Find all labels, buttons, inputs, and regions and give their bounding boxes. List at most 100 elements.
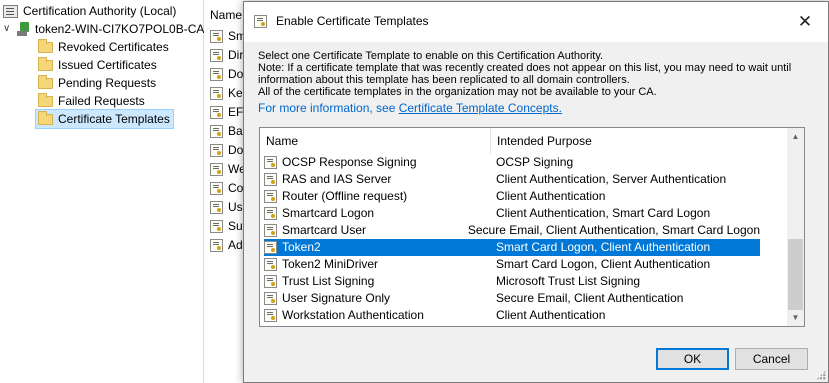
- certificate-template-icon: [210, 182, 223, 195]
- list-item[interactable]: Co: [210, 179, 243, 198]
- certificate-template-icon: [264, 292, 277, 305]
- row-purpose: Client Authentication, Server Authentica…: [496, 172, 727, 186]
- row-purpose: Smart Card Logon, Client Authentication: [496, 257, 711, 271]
- listview-body: OCSP Response Signing OCSP Signing RAS a…: [260, 154, 788, 326]
- table-row-selected[interactable]: Token2 Smart Card Logon, Client Authenti…: [264, 239, 760, 256]
- row-name: OCSP Response Signing: [282, 155, 417, 169]
- dialog-title: Enable Certificate Templates: [276, 14, 429, 28]
- tree-item-failed[interactable]: Failed Requests: [38, 92, 145, 110]
- row-name: Token2 MiniDriver: [282, 257, 379, 271]
- table-row[interactable]: Token2 MiniDriver Smart Card Logon, Clie…: [264, 256, 760, 273]
- close-icon: ✕: [797, 12, 813, 31]
- certificate-template-icon: [210, 163, 223, 176]
- row-name: RAS and IAS Server: [282, 172, 392, 186]
- vertical-scrollbar[interactable]: ▲ ▼: [787, 128, 804, 326]
- row-name: Token2: [282, 240, 321, 254]
- table-row[interactable]: RAS and IAS Server Client Authentication…: [264, 171, 760, 188]
- listview-header: Name Intended Purpose: [260, 128, 788, 154]
- row-name: User Signature Only: [282, 291, 391, 305]
- table-row[interactable]: Smartcard User Secure Email, Client Auth…: [264, 222, 760, 239]
- certificate-template-icon: [210, 30, 223, 43]
- certificate-template-icon: [210, 144, 223, 157]
- resize-grip-icon[interactable]: [816, 370, 826, 380]
- dialog-titlebar[interactable]: Enable Certificate Templates ✕: [244, 2, 828, 42]
- row-name: Workstation Authentication: [282, 308, 424, 322]
- tree-item-revoked[interactable]: Revoked Certificates: [38, 38, 169, 56]
- certificate-template-icon: [210, 68, 223, 81]
- tree-item-pending[interactable]: Pending Requests: [38, 74, 156, 92]
- enable-certificate-templates-dialog: Enable Certificate Templates ✕ Select on…: [243, 1, 829, 383]
- templates-listview[interactable]: Name Intended Purpose OCSP Response Sign…: [259, 127, 805, 327]
- list-item[interactable]: Ker: [210, 84, 247, 103]
- server-icon: [17, 22, 30, 36]
- folder-icon: [38, 38, 53, 53]
- cancel-button[interactable]: Cancel: [735, 348, 808, 370]
- certificate-template-icon: [264, 207, 277, 220]
- tree-item-label: Pending Requests: [58, 76, 157, 90]
- table-row[interactable]: OCSP Response Signing OCSP Signing: [264, 154, 760, 171]
- dialog-description: Select one Certificate Template to enabl…: [258, 50, 818, 98]
- certificate-template-icon: [210, 125, 223, 138]
- scroll-down-icon[interactable]: ▼: [787, 309, 804, 326]
- description-line: information about this template has been…: [258, 74, 630, 86]
- certificate-template-icon: [254, 15, 267, 28]
- certificate-template-icon: [264, 241, 277, 254]
- row-purpose: Client Authentication, Smart Card Logon: [496, 206, 711, 220]
- column-header-purpose[interactable]: Intended Purpose: [491, 128, 788, 154]
- list-item[interactable]: Do: [210, 141, 243, 160]
- list-item[interactable]: Dir: [210, 46, 243, 65]
- list-header-name[interactable]: Name: [210, 6, 242, 24]
- console-tree: Certification Authority (Local) ∨ token2…: [0, 0, 204, 383]
- table-row[interactable]: Smartcard Logon Client Authentication, S…: [264, 205, 760, 222]
- row-purpose: Smart Card Logon, Client Authentication: [496, 240, 711, 254]
- table-row[interactable]: User Signature Only Secure Email, Client…: [264, 290, 760, 307]
- tree-item-label: Failed Requests: [58, 94, 145, 108]
- description-line: Select one Certificate Template to enabl…: [258, 50, 604, 62]
- chevron-down-icon[interactable]: ∨: [3, 20, 15, 38]
- list-item[interactable]: Do: [210, 65, 243, 84]
- row-name: Router (Offline request): [282, 189, 408, 203]
- certificate-template-icon: [210, 49, 223, 62]
- row-name: Trust List Signing: [282, 274, 375, 288]
- certificate-template-icon: [210, 220, 223, 233]
- scroll-up-icon[interactable]: ▲: [787, 128, 804, 145]
- table-row[interactable]: Trust List Signing Microsoft Trust List …: [264, 273, 760, 290]
- ok-button[interactable]: OK: [656, 348, 729, 370]
- certificate-template-icon: [264, 275, 277, 288]
- tree-root-label: Certification Authority (Local): [23, 4, 177, 18]
- certificate-template-icon: [264, 190, 277, 203]
- list-item[interactable]: We: [210, 160, 246, 179]
- tree-item-label: Revoked Certificates: [58, 40, 169, 54]
- certificate-template-concepts-link[interactable]: Certificate Template Concepts.: [399, 101, 562, 115]
- certificate-template-icon: [210, 239, 223, 252]
- tree-root-ca[interactable]: Certification Authority (Local): [3, 2, 176, 20]
- row-purpose: OCSP Signing: [496, 155, 574, 169]
- table-row[interactable]: Router (Offline request) Client Authenti…: [264, 188, 760, 205]
- tree-server-label: token2-WIN-CI7KO7POL0B-CA: [35, 22, 205, 36]
- list-item[interactable]: Ad: [210, 236, 243, 255]
- row-purpose: Microsoft Trust List Signing: [496, 274, 641, 288]
- certificate-template-icon: [264, 224, 277, 237]
- row-purpose: Client Authentication: [496, 308, 606, 322]
- certificate-template-icon: [264, 173, 277, 186]
- description-line: Note: If a certificate template that was…: [258, 62, 792, 74]
- description-line: All of the certificate templates in the …: [258, 86, 657, 98]
- more-info: For more information, see Certificate Te…: [258, 101, 562, 115]
- tree-item-label: Issued Certificates: [58, 58, 157, 72]
- close-button[interactable]: ✕: [782, 2, 828, 42]
- tree-item-issued[interactable]: Issued Certificates: [38, 56, 157, 74]
- table-row[interactable]: Workstation Authentication Client Authen…: [264, 307, 760, 324]
- column-header-name[interactable]: Name: [260, 128, 491, 154]
- list-item[interactable]: Sm: [210, 27, 246, 46]
- certificate-template-icon: [210, 201, 223, 214]
- row-name: Smartcard Logon: [282, 206, 375, 220]
- tree-item-certificate-templates[interactable]: Certificate Templates: [35, 109, 174, 129]
- folder-icon: [38, 92, 53, 107]
- folder-icon: [38, 110, 53, 125]
- row-purpose: Client Authentication: [496, 189, 606, 203]
- scrollbar-thumb[interactable]: [788, 239, 803, 310]
- tree-item-label: Certificate Templates: [58, 112, 170, 126]
- certificate-template-icon: [264, 156, 277, 169]
- certificate-template-icon: [210, 106, 223, 119]
- tree-server-node[interactable]: ∨ token2-WIN-CI7KO7POL0B-CA: [3, 20, 204, 38]
